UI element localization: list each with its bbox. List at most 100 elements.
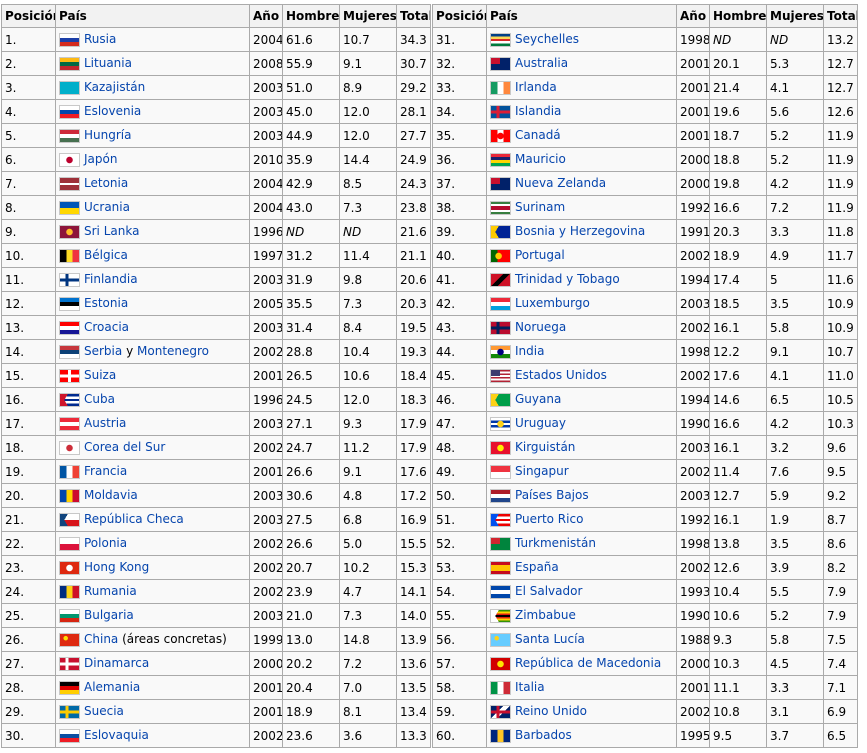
country-cell: Polonia [55,531,250,556]
position-cell: 38. [432,195,487,220]
year-cell: 2002 [249,555,283,580]
country-link[interactable]: Sri Lanka [84,224,139,238]
country-link[interactable]: Bulgaria [84,608,134,622]
country-link[interactable]: Kirguistán [515,440,575,454]
country-link[interactable]: Japón [84,152,117,166]
col-header-women[interactable]: Mujeres [766,4,824,28]
men-rate-cell: 13.8 [709,531,767,556]
year-cell: 2001 [676,99,710,124]
col-header-women[interactable]: Mujeres [339,4,397,28]
women-rate-cell: 4.1 [766,75,824,100]
col-header-position[interactable]: Posición [432,4,487,28]
country-link[interactable]: Trinidad y Tobago [515,272,620,286]
country-link[interactable]: Estados Unidos [515,368,607,382]
table-row: 3. Kazajistán 2003 51.0 8.9 29.2 [1,75,431,100]
country-link[interactable]: Cuba [84,392,115,406]
country-link[interactable]: Islandia [515,104,561,118]
country-link[interactable]: Canadá [515,128,561,142]
total-rate-cell: 16.9 [396,507,431,532]
country-link[interactable]: Croacia [84,320,129,334]
col-header-men[interactable]: Hombres [709,4,767,28]
country-link[interactable]: Nueva Zelanda [515,176,606,190]
country-link[interactable]: Corea del Sur [84,440,165,454]
country-link[interactable]: Francia [84,464,127,478]
total-rate-cell: 11.9 [823,171,858,196]
country-link[interactable]: Barbados [515,728,572,742]
col-header-men[interactable]: Hombres [282,4,340,28]
country-link[interactable]: Hungría [84,128,131,142]
position-cell: 39. [432,219,487,244]
col-header-year[interactable]: Año [249,4,283,28]
country-link[interactable]: Reino Unido [515,704,587,718]
col-header-year[interactable]: Año [676,4,710,28]
country-link[interactable]: Puerto Rico [515,512,583,526]
country-link[interactable]: Rusia [84,32,116,46]
col-header-total[interactable]: Total [823,4,858,28]
country-link[interactable]: Serbia [84,344,122,358]
country-link[interactable]: Santa Lucía [515,632,585,646]
country-link[interactable]: Hong Kong [84,560,149,574]
country-link[interactable]: Moldavia [84,488,138,502]
country-cell: Austria [55,411,250,436]
country-cell: Guyana [486,387,677,412]
country-link[interactable]: Dinamarca [84,656,149,670]
country-cell: Reino Unido [486,699,677,724]
country-link[interactable]: Países Bajos [515,488,589,502]
country-link[interactable]: Mauricio [515,152,566,166]
country-link[interactable]: Letonia [84,176,128,190]
women-rate-cell: 8.5 [339,171,397,196]
country-link[interactable]: Kazajistán [84,80,145,94]
country-link[interactable]: Estonia [84,296,128,310]
total-rate-cell: 11.0 [823,363,858,388]
country-link[interactable]: Bosnia y Herzegovina [515,224,645,238]
men-rate-cell: 45.0 [282,99,340,124]
country-link[interactable]: España [515,560,559,574]
position-cell: 12. [1,291,56,316]
country-link[interactable]: Noruega [515,320,566,334]
country-link[interactable]: Australia [515,56,568,70]
country-link[interactable]: Eslovenia [84,104,141,118]
country-link[interactable]: Guyana [515,392,561,406]
col-header-country[interactable]: País [486,4,677,28]
year-cell: 2005 [249,291,283,316]
country-link[interactable]: Turkmenistán [515,536,596,550]
country-link[interactable]: Italia [515,680,545,694]
country-link[interactable]: China [84,632,118,646]
country-link[interactable]: India [515,344,544,358]
country-link[interactable]: Portugal [515,248,565,262]
country-link[interactable]: Alemania [84,680,140,694]
country-link[interactable]: Austria [84,416,126,430]
country-cell: Hungría [55,123,250,148]
country-link[interactable]: Uruguay [515,416,566,430]
country-link[interactable]: Ucrania [84,200,130,214]
men-rate-cell: 27.1 [282,411,340,436]
country-link[interactable]: Rumania [84,584,137,598]
country-link[interactable]: Surinam [515,200,565,214]
table-row: 50. Países Bajos 2003 12.7 5.9 9.2 [432,483,858,508]
country-link[interactable]: El Salvador [515,584,582,598]
country-cell: Turkmenistán [486,531,677,556]
country-link[interactable]: Zimbabue [515,608,576,622]
country-link[interactable]: Polonia [84,536,127,550]
country-link[interactable]: Singapur [515,464,569,478]
col-header-total[interactable]: Total [396,4,431,28]
col-header-country[interactable]: País [55,4,250,28]
total-rate-cell: 10.9 [823,291,858,316]
country-link[interactable]: Irlanda [515,80,557,94]
country-link[interactable]: Luxemburgo [515,296,590,310]
zimbabwe-flag [490,608,511,623]
country-link[interactable]: Lituania [84,56,132,70]
country-link[interactable]: Bélgica [84,248,128,262]
country-link[interactable]: Finlandia [84,272,138,286]
country-link[interactable]: Suiza [84,368,116,382]
country-link[interactable]: República Checa [84,512,184,526]
country-link[interactable]: Eslovaquia [84,728,149,742]
women-rate-cell: 5.5 [766,579,824,604]
country-link[interactable]: Seychelles [515,32,579,46]
country-link[interactable]: Montenegro [137,344,209,358]
country-link[interactable]: Suecia [84,704,124,718]
col-header-position[interactable]: Posición [1,4,56,28]
country-link[interactable]: República de Macedonia [515,656,661,670]
year-cell: 2000 [249,651,283,676]
country-cell: Dinamarca [55,651,250,676]
